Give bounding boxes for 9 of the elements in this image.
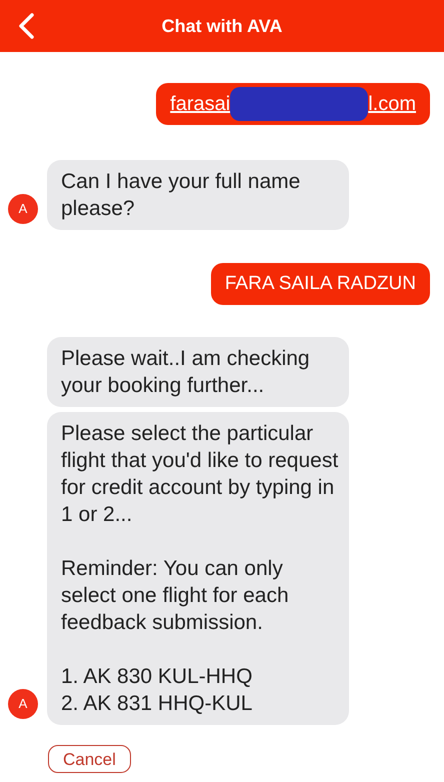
bot-message-bubble: Can I have your full name please? bbox=[47, 160, 349, 230]
cancel-button[interactable]: Cancel bbox=[48, 745, 131, 773]
bot-message-bubble: Please select the particular flight that you'd like to request for credit account by typing in 1 or 2... Reminder: You can only select one flight for each feedback submission. 1. AK 830 KUL-HHQ 2. AK 831 HHQ-KUL bbox=[47, 412, 349, 725]
email-link[interactable]: farasai l.com bbox=[170, 87, 416, 121]
bot-avatar: A bbox=[8, 689, 38, 719]
bot-avatar: A bbox=[8, 194, 38, 224]
user-message-bubble: FARA SAILA RADZUN bbox=[210, 263, 430, 305]
bot-message-bubble: Please wait..I am checking your booking further... bbox=[47, 337, 349, 407]
header-title: Chat with AVA bbox=[162, 14, 282, 38]
